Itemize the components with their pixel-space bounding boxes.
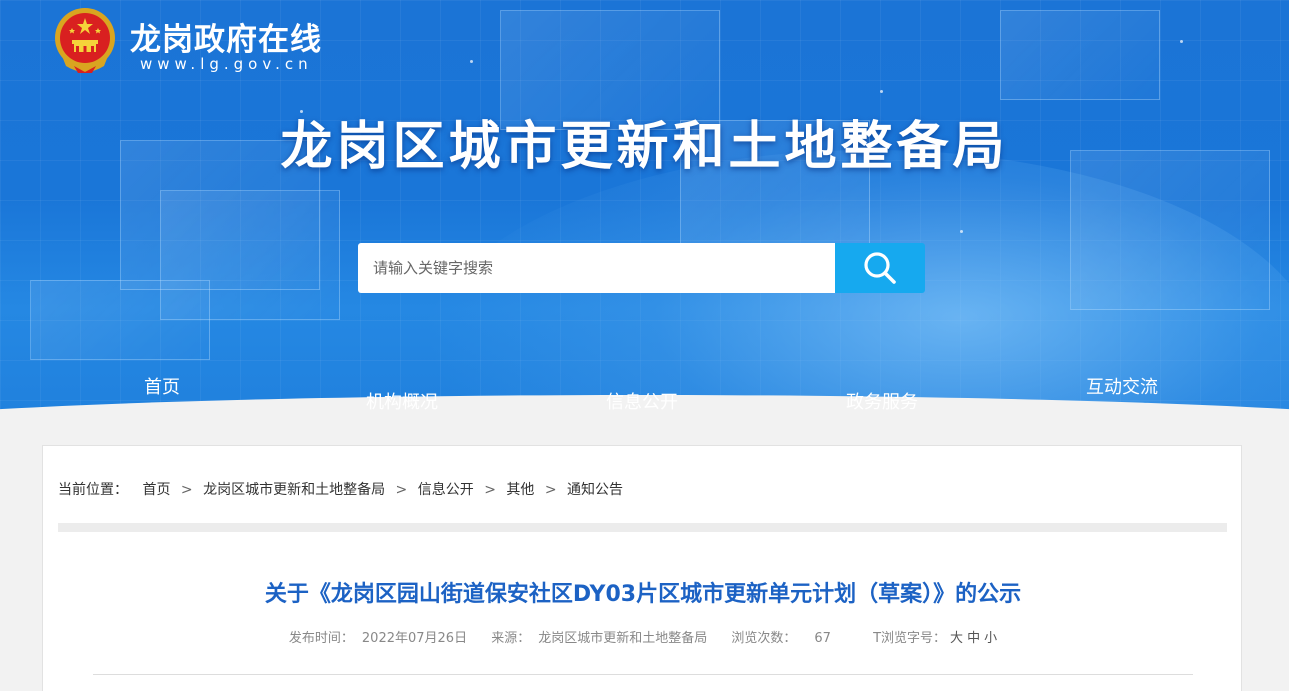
font-size-item: T浏览字号：大中小	[873, 631, 997, 646]
banner-panel-decoration	[30, 280, 210, 360]
section-divider-bar	[58, 523, 1227, 532]
nav-item-information-disclosure[interactable]: 信息公开	[582, 388, 702, 414]
breadcrumb-item-home[interactable]: 首页	[142, 482, 170, 498]
nav-item-organization[interactable]: 机构概况	[342, 388, 462, 414]
article-container: 当前位置： 首页 > 龙岗区城市更新和土地整备局 > 信息公开 > 其他 > 通…	[42, 445, 1242, 691]
national-emblem-icon	[55, 8, 115, 73]
font-size-label: T浏览字号：	[873, 631, 947, 646]
breadcrumb-item-other[interactable]: 其他	[506, 482, 534, 498]
meta-divider	[93, 674, 1193, 675]
breadcrumb-prefix: 当前位置：	[58, 482, 128, 498]
breadcrumb-item-information-disclosure[interactable]: 信息公开	[418, 482, 474, 498]
search-button[interactable]	[835, 243, 925, 293]
views-count: 67	[814, 631, 831, 646]
font-size-medium-button[interactable]: 中	[967, 631, 980, 646]
department-title: 龙岗区城市更新和土地整备局	[280, 117, 1009, 177]
source-value: 龙岗区城市更新和土地整备局	[538, 631, 708, 646]
font-size-small-button[interactable]: 小	[984, 631, 997, 646]
site-url: www.lg.gov.cn	[140, 55, 313, 73]
banner-dot	[470, 60, 473, 63]
banner-panel-decoration	[1000, 10, 1160, 100]
breadcrumb-item-department[interactable]: 龙岗区城市更新和土地整备局	[203, 482, 385, 498]
banner-dot	[880, 90, 883, 93]
breadcrumb-separator: >	[544, 482, 557, 498]
views-item: 浏览次数： 67	[731, 631, 831, 646]
views-label: 浏览次数：	[731, 631, 797, 646]
site-name[interactable]: 龙岗政府在线	[130, 14, 322, 59]
breadcrumb-separator: >	[180, 482, 193, 498]
breadcrumb-separator: >	[484, 482, 496, 498]
search-input[interactable]	[358, 243, 836, 293]
publish-date: 2022年07月26日	[361, 631, 468, 646]
source-label: 来源：	[491, 631, 531, 646]
publish-date-item: 发布时间： 2022年07月26日	[289, 631, 467, 646]
search-icon	[864, 252, 896, 284]
nav-item-government-services[interactable]: 政务服务	[822, 388, 942, 414]
banner-dot	[1180, 40, 1183, 43]
breadcrumb-separator: >	[395, 482, 408, 498]
nav-item-home[interactable]: 首页	[102, 373, 222, 399]
breadcrumb-item-notices[interactable]: 通知公告	[567, 482, 623, 498]
source-item: 来源： 龙岗区城市更新和土地整备局	[491, 631, 707, 646]
article-title: 关于《龙岗区园山街道保安社区DY03片区城市更新单元计划（草案）》的公示	[264, 582, 1022, 607]
article-meta: 发布时间： 2022年07月26日 来源： 龙岗区城市更新和土地整备局 浏览次数： 6…	[43, 627, 1243, 646]
breadcrumb: 当前位置： 首页 > 龙岗区城市更新和土地整备局 > 信息公开 > 其他 > 通…	[58, 479, 623, 499]
publish-date-label: 发布时间：	[288, 631, 354, 646]
font-size-large-button[interactable]: 大	[950, 631, 963, 646]
nav-item-interaction[interactable]: 互动交流	[1062, 373, 1182, 399]
banner-dot	[960, 230, 963, 233]
